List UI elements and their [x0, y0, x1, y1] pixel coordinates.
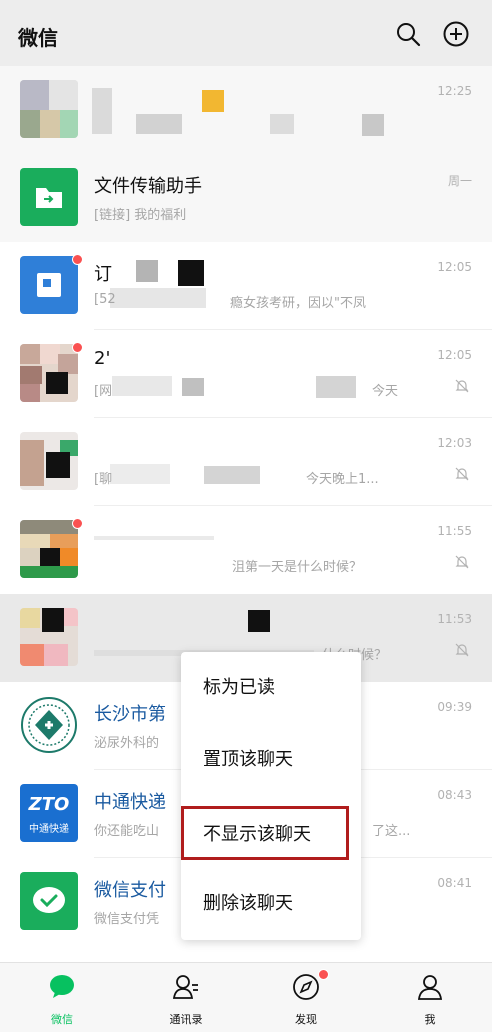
chat-preview: 微信支付凭: [94, 912, 160, 927]
zto-avatar: ZTO 中通快递: [20, 784, 78, 842]
chat-row[interactable]: 2' [网 今天 12:05: [0, 330, 492, 418]
avatar: [20, 256, 78, 314]
hospital-logo-icon: [21, 697, 77, 753]
folder-icon: [36, 188, 62, 208]
chat-time: 08:41: [437, 876, 472, 890]
unread-badge: [72, 254, 83, 265]
tab-me[interactable]: 我: [390, 969, 470, 1029]
chat-name: 订: [94, 264, 112, 285]
unread-badge: [72, 518, 83, 529]
person-icon: [417, 975, 443, 1000]
tab-discover[interactable]: 发现: [266, 969, 346, 1029]
chat-preview: [聊: [94, 472, 113, 487]
chat-time: 09:39: [437, 700, 472, 714]
menu-item-label: 置顶该聊天: [203, 749, 293, 770]
chat-row[interactable]: 12:25: [0, 66, 492, 154]
chat-preview-tail: 了这...: [372, 824, 411, 839]
avatar: [20, 608, 78, 666]
zto-logo-text: ZTO: [28, 794, 70, 815]
discover-badge: [318, 969, 329, 980]
page-title: 微信: [18, 26, 58, 50]
delete-chat-menu-item[interactable]: 删除该聊天: [181, 868, 361, 940]
mark-as-read-menu-item[interactable]: 标为已读: [181, 652, 361, 724]
file-transfer-avatar: [20, 168, 78, 226]
bell-off-icon: [455, 643, 469, 657]
chat-time: 12:05: [437, 348, 472, 362]
chat-time: 12:03: [437, 436, 472, 450]
chat-bubble-icon: [50, 975, 74, 998]
chat-preview: 泌尿外科的: [94, 736, 160, 751]
chat-name: 长沙市第: [94, 704, 166, 725]
chat-time: 12:05: [437, 260, 472, 274]
bell-off-icon: [455, 379, 469, 393]
chat-name: 中通快递: [94, 792, 166, 813]
tab-contacts[interactable]: 通讯录: [146, 969, 226, 1029]
chat-preview-tail: 沮第一天是什么时候？: [232, 560, 363, 575]
avatar: [20, 344, 78, 402]
zto-logo-subtext: 中通快递: [29, 824, 69, 835]
bottom-tab-bar: 微信 通讯录 发现 我: [0, 962, 492, 1032]
tab-label: 通讯录: [169, 1013, 203, 1026]
chat-row[interactable]: 订 [52 瘾女孩考研，因以"不凤 12:05: [0, 242, 492, 330]
menu-item-label: 标为已读: [203, 677, 275, 698]
chat-preview: [网: [94, 384, 113, 399]
chat-row[interactable]: [聊 今天晚上1... 12:03: [0, 418, 492, 506]
chat-row[interactable]: 文件传输助手 [链接] 我的福利 周一: [0, 154, 492, 242]
chat-preview-tail: 瘾女孩考研，因以"不凤: [230, 296, 366, 311]
chat-preview-tail: 今天: [372, 384, 399, 399]
bell-off-icon: [455, 555, 469, 569]
bell-off-icon: [455, 467, 469, 481]
avatar: [20, 432, 78, 490]
chat-preview: [52: [94, 292, 116, 307]
top-bar: 微信: [0, 0, 492, 66]
chat-name: 微信支付: [94, 880, 166, 901]
chat-time: 12:25: [437, 84, 472, 98]
chat-row[interactable]: 沮第一天是什么时候？ 11:55: [0, 506, 492, 594]
tab-chats[interactable]: 微信: [22, 969, 102, 1029]
search-icon[interactable]: [394, 20, 422, 48]
menu-item-label: 不显示该聊天: [203, 824, 311, 845]
chat-preview: [链接] 我的福利: [94, 208, 187, 223]
plus-circle-icon[interactable]: [442, 20, 470, 48]
chat-time: 11:55: [437, 524, 472, 538]
tab-label: 微信: [51, 1013, 73, 1026]
chat-time: 周一: [447, 174, 472, 188]
avatar: [20, 520, 78, 578]
context-menu: 标为已读 置顶该聊天 不显示该聊天 删除该聊天: [181, 652, 361, 940]
chat-name: 文件传输助手: [94, 176, 202, 197]
tab-label: 我: [424, 1013, 436, 1026]
hospital-logo-avatar: [20, 696, 78, 754]
unread-badge: [72, 342, 83, 353]
tab-label: 发现: [295, 1013, 317, 1026]
chat-time: 11:53: [437, 612, 472, 626]
menu-item-label: 删除该聊天: [203, 893, 293, 914]
chat-preview-tail: 今天晚上1...: [306, 472, 379, 487]
wechat-pay-avatar: [20, 872, 78, 930]
pin-chat-menu-item[interactable]: 置顶该聊天: [181, 724, 361, 796]
contacts-icon: [172, 975, 198, 999]
chat-time: 08:43: [437, 788, 472, 802]
compass-icon: [293, 974, 319, 1000]
hide-chat-menu-item[interactable]: 不显示该聊天: [181, 806, 349, 860]
chat-preview: 你还能吃山: [94, 824, 160, 839]
chat-name: 2': [94, 348, 111, 369]
avatar: [20, 80, 78, 138]
checkmark-icon: [33, 887, 65, 913]
